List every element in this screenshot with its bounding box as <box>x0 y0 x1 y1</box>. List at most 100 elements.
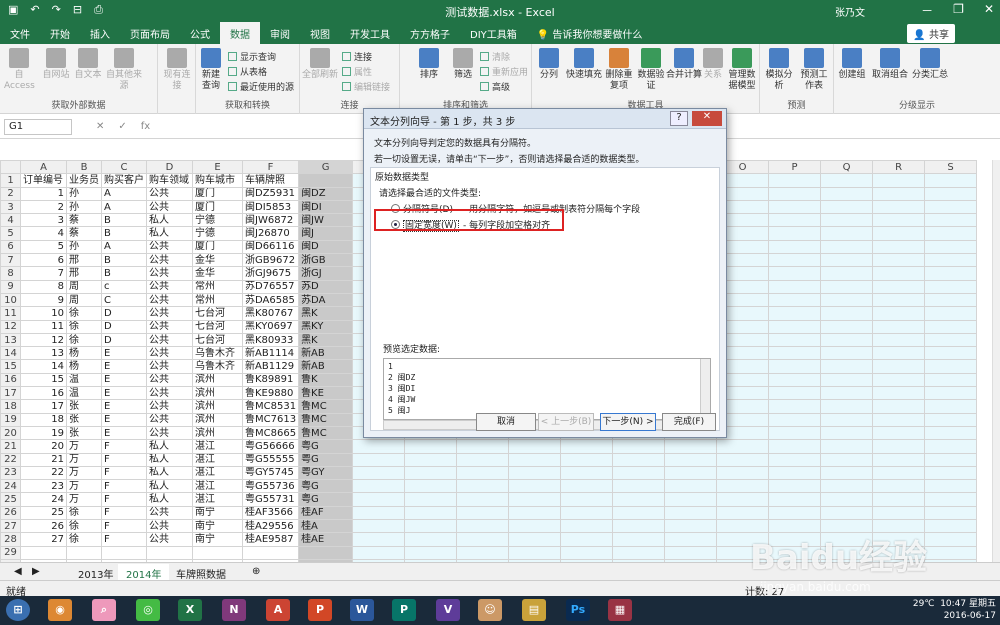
cell[interactable]: 私人 <box>146 226 193 241</box>
cell[interactable]: D <box>101 306 147 321</box>
cell[interactable] <box>768 412 822 427</box>
cell[interactable] <box>820 372 874 388</box>
cell[interactable] <box>101 545 147 560</box>
row-header[interactable]: 26 <box>0 505 21 521</box>
row-header[interactable]: 4 <box>0 213 21 228</box>
cell[interactable] <box>404 532 458 547</box>
cell[interactable]: 黑K <box>298 332 354 348</box>
cell[interactable]: 购车城市 <box>192 173 243 188</box>
cell[interactable] <box>352 465 406 481</box>
cell[interactable]: 常州 <box>192 292 243 308</box>
cell[interactable]: 新AB1114 <box>241 346 300 361</box>
cancel-button[interactable]: 取消 <box>476 413 536 431</box>
cell[interactable] <box>456 439 510 454</box>
cell[interactable] <box>768 279 822 294</box>
row-header[interactable]: 15 <box>0 359 21 374</box>
row-header[interactable]: 18 <box>0 399 21 414</box>
cell[interactable]: 苏DA6585 <box>241 292 300 308</box>
cell[interactable]: 滨州 <box>192 412 243 427</box>
cell[interactable] <box>820 253 874 268</box>
cell[interactable] <box>768 332 822 348</box>
cell[interactable]: 桂AE9587 <box>241 532 300 547</box>
cell[interactable] <box>456 519 510 534</box>
cell[interactable] <box>768 186 822 201</box>
cell[interactable] <box>612 532 666 547</box>
cell[interactable] <box>768 319 822 334</box>
cell[interactable] <box>560 452 614 467</box>
cell[interactable] <box>820 173 874 188</box>
cell[interactable] <box>924 359 978 374</box>
cell[interactable] <box>924 505 978 521</box>
cell[interactable] <box>820 266 874 281</box>
connections-button[interactable]: 连接 <box>342 50 372 63</box>
cell[interactable]: 私人 <box>146 439 193 454</box>
cell[interactable] <box>716 465 770 481</box>
taskbar-photoshop-icon[interactable]: Ps <box>566 599 590 621</box>
column-header[interactable]: P <box>768 160 822 175</box>
cell[interactable]: 浙GB9672 <box>241 253 300 268</box>
cell[interactable]: 新AB <box>298 346 354 361</box>
cell[interactable] <box>352 532 406 547</box>
cell[interactable]: 周 <box>66 292 102 308</box>
cell[interactable] <box>716 492 770 507</box>
cell[interactable]: 闽JW <box>298 213 354 228</box>
from-access-button[interactable]: 自 Access <box>4 48 35 92</box>
cell[interactable] <box>456 532 510 547</box>
cell[interactable]: 业务员 <box>66 173 102 188</box>
from-other-sources-button[interactable]: 自其他来源 <box>104 48 144 92</box>
advanced-button[interactable]: 高级 <box>480 80 510 93</box>
cell[interactable]: 湛江 <box>192 492 243 507</box>
cell[interactable] <box>820 346 874 361</box>
cell[interactable] <box>560 545 614 560</box>
tab-page-layout[interactable]: 页面布局 <box>120 22 180 44</box>
cell[interactable]: 公共 <box>146 399 193 414</box>
cell[interactable] <box>768 465 822 481</box>
cell[interactable]: 厦门 <box>192 239 243 255</box>
cell[interactable] <box>404 505 458 521</box>
cell[interactable]: 万 <box>66 465 102 481</box>
cell[interactable]: 金华 <box>192 266 243 281</box>
row-header[interactable]: 1 <box>0 173 21 188</box>
cell[interactable]: 黑KY0697 <box>241 319 300 334</box>
cell[interactable]: 苏D <box>298 279 354 294</box>
cell[interactable]: C <box>101 292 147 308</box>
cell[interactable] <box>612 439 666 454</box>
cell[interactable]: 公共 <box>146 519 193 534</box>
cell[interactable] <box>508 479 562 494</box>
cell[interactable] <box>872 412 926 427</box>
cell[interactable]: 南宁 <box>192 519 243 534</box>
cell[interactable]: 公共 <box>146 412 193 427</box>
cell[interactable] <box>768 346 822 361</box>
cell[interactable] <box>820 399 874 414</box>
row-header[interactable]: 13 <box>0 332 21 348</box>
cell[interactable]: 鲁MC8665 <box>241 425 300 441</box>
cell[interactable] <box>924 186 978 201</box>
cell[interactable]: 公共 <box>146 359 193 374</box>
cell[interactable] <box>768 425 822 441</box>
cell[interactable]: 公共 <box>146 199 193 215</box>
cell[interactable] <box>612 465 666 481</box>
cell[interactable] <box>872 452 926 467</box>
cell[interactable] <box>820 292 874 308</box>
tab-fangfang[interactable]: 方方格子 <box>400 22 460 44</box>
cell[interactable]: 车辆牌照 <box>241 173 300 188</box>
next-button[interactable]: 下一步(N) > <box>600 413 656 431</box>
properties-button[interactable]: 属性 <box>342 65 372 78</box>
row-header[interactable]: 20 <box>0 425 21 441</box>
cell[interactable] <box>508 519 562 534</box>
row-header[interactable]: 22 <box>0 452 21 467</box>
cell[interactable] <box>508 545 562 560</box>
cell[interactable]: 粤GY <box>298 465 354 481</box>
cell[interactable]: 浙GB <box>298 253 354 268</box>
ungroup-button[interactable]: 取消组合 <box>870 48 910 81</box>
cell[interactable]: 23 <box>20 479 67 494</box>
cell[interactable] <box>404 465 458 481</box>
cell[interactable] <box>924 372 978 388</box>
column-header[interactable]: B <box>66 160 102 175</box>
cell[interactable] <box>924 332 978 348</box>
cell[interactable]: 鲁KE <box>298 386 354 401</box>
cell[interactable] <box>768 386 822 401</box>
cell[interactable] <box>872 332 926 348</box>
taskbar-visio-icon[interactable]: V <box>436 599 460 621</box>
cell[interactable]: 24 <box>20 492 67 507</box>
